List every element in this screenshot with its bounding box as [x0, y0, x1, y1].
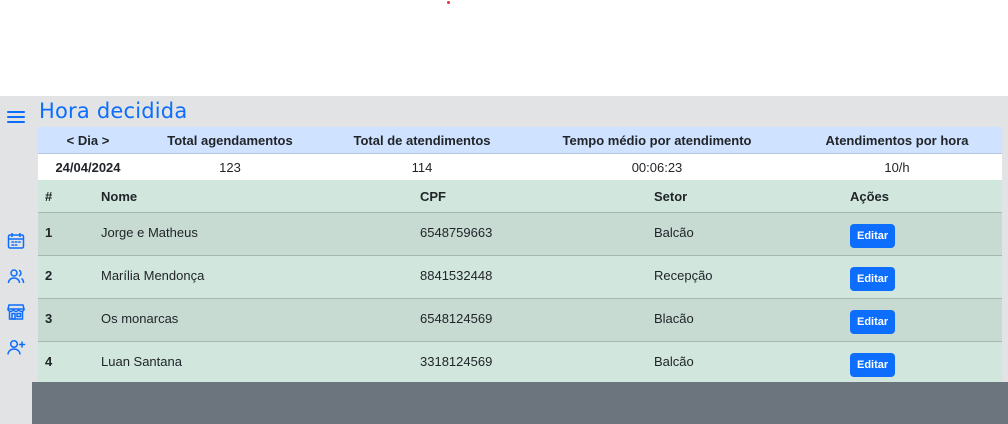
row-cpf: 3318124569: [413, 341, 647, 385]
row-actions: Editar: [843, 212, 1002, 256]
add-user-icon[interactable]: [5, 336, 27, 358]
table-row: 2 Marília Mendonça 8841532448 Recepção E…: [38, 255, 1002, 299]
row-nome: Marília Mendonça: [94, 255, 413, 299]
table-row: 1 Jorge e Matheus 6548759663 Balcão Edit…: [38, 212, 1002, 256]
users-header-row: # Nome CPF Setor Ações: [38, 180, 1002, 213]
menu-icon[interactable]: [5, 106, 27, 128]
edit-button[interactable]: Editar: [850, 310, 896, 334]
row-actions: Editar: [843, 255, 1002, 299]
stats-header-row: < Dia > Total agendamentos Total de aten…: [38, 127, 1002, 154]
stats-header-total-agendamentos: Total agendamentos: [138, 127, 322, 154]
row-cpf: 6548759663: [413, 212, 647, 256]
row-num: 2: [38, 255, 94, 299]
stats-table: < Dia > Total agendamentos Total de aten…: [38, 127, 1002, 180]
row-actions: Editar: [843, 298, 1002, 342]
row-num: 4: [38, 341, 94, 385]
column-header-nome: Nome: [94, 180, 413, 213]
row-nome: Luan Santana: [94, 341, 413, 385]
column-header-num: #: [38, 180, 94, 213]
column-header-setor: Setor: [647, 180, 843, 213]
stats-date: 24/04/2024: [38, 153, 138, 180]
row-num: 3: [38, 298, 94, 342]
stats-atendimentos-hora: 10/h: [792, 153, 1002, 180]
users-icon[interactable]: [5, 265, 27, 287]
page-title: Hora decidida: [39, 99, 188, 123]
stats-header-tempo-medio: Tempo médio por atendimento: [522, 127, 792, 154]
stats-value-row: 24/04/2024 123 114 00:06:23 10/h: [38, 153, 1002, 180]
row-setor: Balcão: [647, 212, 843, 256]
stats-tempo-medio: 00:06:23: [522, 153, 792, 180]
column-header-acoes: Ações: [843, 180, 1002, 213]
stats-header-atendimentos-hora: Atendimentos por hora: [792, 127, 1002, 154]
row-cpf: 6548124569: [413, 298, 647, 342]
footer-bar: [32, 382, 1008, 424]
row-cpf: 8841532448: [413, 255, 647, 299]
column-header-cpf: CPF: [413, 180, 647, 213]
calendar-icon[interactable]: [5, 230, 27, 252]
stats-header-total-atendimentos: Total de atendimentos: [322, 127, 522, 154]
stats-total-agendamentos: 123: [138, 153, 322, 180]
row-actions: Editar: [843, 341, 1002, 385]
app-container: Hora decidida < Dia > Total agendamentos…: [0, 96, 1008, 424]
edit-button[interactable]: Editar: [850, 224, 896, 248]
red-dot: [447, 1, 450, 4]
stats-total-atendimentos: 114: [322, 153, 522, 180]
row-nome: Os monarcas: [94, 298, 413, 342]
row-setor: Balcão: [647, 341, 843, 385]
day-nav-header[interactable]: < Dia >: [38, 127, 138, 154]
users-table: # Nome CPF Setor Ações 1 Jorge e Matheus…: [38, 180, 1002, 385]
edit-button[interactable]: Editar: [850, 353, 896, 377]
row-setor: Recepção: [647, 255, 843, 299]
row-nome: Jorge e Matheus: [94, 212, 413, 256]
row-num: 1: [38, 212, 94, 256]
table-row: 3 Os monarcas 6548124569 Blacão Editar: [38, 298, 1002, 342]
store-icon[interactable]: [5, 301, 27, 323]
edit-button[interactable]: Editar: [850, 267, 896, 291]
row-setor: Blacão: [647, 298, 843, 342]
table-row: 4 Luan Santana 3318124569 Balcão Editar: [38, 341, 1002, 385]
sidebar: [0, 96, 32, 424]
